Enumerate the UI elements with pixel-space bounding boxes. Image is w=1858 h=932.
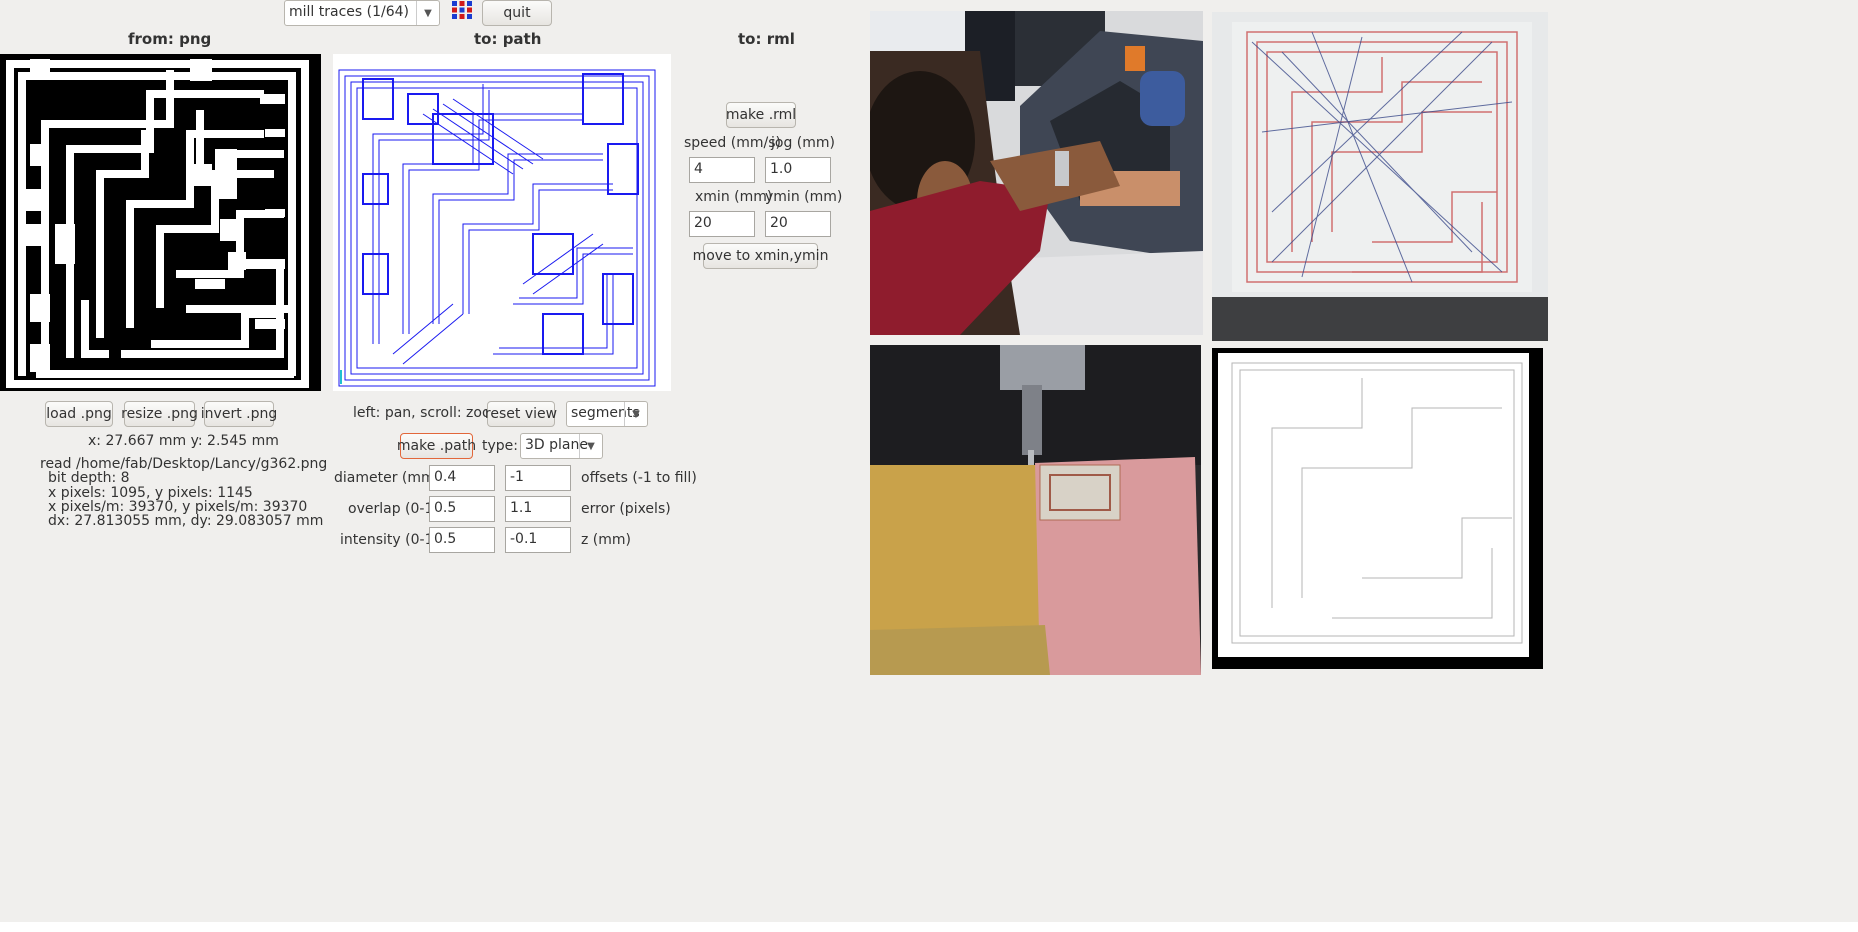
path-preview-canvas[interactable] [333, 54, 671, 391]
make-path-button[interactable]: make .path [397, 433, 476, 459]
error-input[interactable]: 1.1 [505, 496, 571, 522]
fab-modules-window: mill traces (1/64) ▼ quit from: png to: … [0, 0, 1858, 922]
xmin-input[interactable]: 20 [689, 211, 755, 237]
chevron-down-icon: ▼ [579, 434, 602, 458]
invert-png-button[interactable]: invert .png [201, 401, 277, 427]
fab-grid-icon [451, 0, 473, 20]
from-png-header: from: png [128, 30, 212, 48]
pan-zoom-hint: left: pan, scroll: zoom [353, 405, 505, 421]
jog-label: jog (mm) [771, 135, 835, 151]
offsets-input[interactable]: -1 [505, 465, 571, 491]
cursor-coordinates: x: 27.667 mm y: 2.545 mm [88, 433, 279, 449]
make-rml-button[interactable]: make .rml [726, 102, 796, 128]
ymin-input[interactable]: 20 [765, 211, 831, 237]
process-select[interactable]: mill traces (1/64) ▼ [284, 0, 440, 26]
jog-input[interactable]: 1.0 [765, 157, 831, 183]
chevron-down-icon: ▼ [416, 1, 439, 25]
intensity-input[interactable]: 0.5 [429, 527, 495, 553]
png-info-size: dx: 27.813055 mm, dy: 29.083057 mm [48, 513, 324, 529]
png-info-depth: bit depth: 8 [48, 470, 130, 486]
z-label: z (mm) [581, 532, 631, 548]
photo-toolpath-screen [1212, 12, 1548, 341]
z-input[interactable]: -0.1 [505, 527, 571, 553]
reset-view-button[interactable]: reset view [485, 401, 557, 427]
chevron-down-icon: ▼ [624, 402, 647, 426]
diameter-input[interactable]: 0.4 [429, 465, 495, 491]
diameter-label: diameter (mm) [334, 470, 441, 486]
overlap-input[interactable]: 0.5 [429, 496, 495, 522]
error-label: error (pixels) [581, 501, 671, 517]
load-png-button[interactable]: load .png [45, 401, 113, 427]
type-select[interactable]: 3D plane ▼ [520, 433, 603, 459]
offsets-label: offsets (-1 to fill) [581, 470, 697, 486]
xmin-label: xmin (mm) [695, 189, 773, 205]
png-preview-canvas[interactable] [0, 54, 321, 391]
move-to-origin-button[interactable]: move to xmin,ymin [693, 243, 828, 269]
to-path-header: to: path [474, 30, 542, 48]
to-rml-header: to: rml [738, 30, 795, 48]
photo-milled-pcb [870, 345, 1201, 675]
photo-outline-render [1212, 348, 1543, 669]
speed-label: speed (mm/s) [684, 135, 781, 151]
photo-milling-machine-operator [870, 11, 1203, 335]
type-label: type: [482, 438, 518, 454]
quit-button[interactable]: quit [482, 0, 552, 26]
ymin-label: ymin (mm) [765, 189, 843, 205]
view-mode-select[interactable]: segments ▼ [566, 401, 648, 427]
intensity-label: intensity (0-1) [340, 532, 439, 548]
overlap-label: overlap (0-1) [348, 501, 439, 517]
resize-png-button[interactable]: resize .png [121, 401, 198, 427]
speed-input[interactable]: 4 [689, 157, 755, 183]
process-select-value: mill traces (1/64) [289, 4, 409, 20]
